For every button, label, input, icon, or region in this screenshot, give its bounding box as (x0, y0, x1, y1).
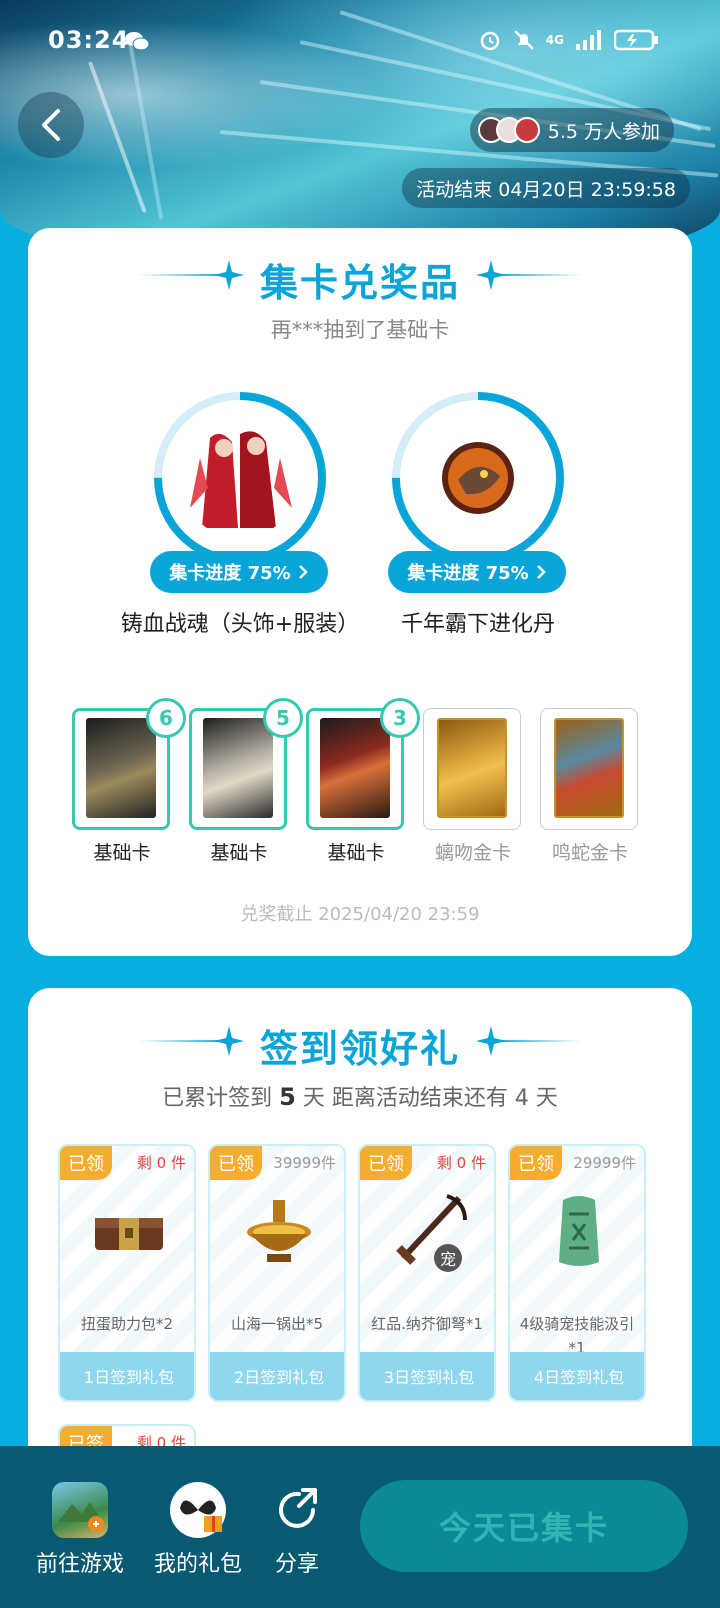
my-gifts-label: 我的礼包 (153, 1552, 242, 1577)
prize-image (418, 418, 538, 538)
signin-gift[interactable]: 已领 39999件 山海一锅出*5 2日签到礼包 (208, 1144, 346, 1402)
signin-info-remaining: 天 距离活动结束还有 4 天 (302, 1086, 558, 1111)
chevron-left-icon (42, 109, 60, 141)
prize-name: 铸血战魂（头饰+服装） (120, 612, 360, 637)
gift-stock: 39999件 (273, 1154, 336, 1172)
prize-name: 千年霸下进化丹 (400, 612, 555, 637)
card-count-badge: 5 (263, 698, 303, 738)
pet-badge: 宠 (434, 1244, 462, 1272)
card-count-badge: 3 (380, 698, 420, 738)
status-bar: 03:24 4G (0, 22, 720, 62)
game-icon (52, 1482, 108, 1538)
card-image (437, 718, 507, 818)
gift-day-label: 4日签到礼包 (510, 1352, 644, 1400)
collect-progress-button[interactable]: 集卡进度 75% (150, 551, 328, 593)
signin-summary: 已累计签到 5 天 距离活动结束还有 4 天 (28, 1080, 692, 1112)
participant-avatars (477, 117, 540, 143)
signin-gift[interactable]: 已领 29999件 4级骑宠技能汲引*1 4日签到礼包 (508, 1144, 646, 1402)
gift-day-label: 1日签到礼包 (60, 1352, 194, 1400)
signin-gift[interactable]: 已领 剩 0 件 宠 红品.纳芥御弩*1 3日签到礼包 (358, 1144, 496, 1402)
claimed-tag: 已领 (210, 1146, 262, 1180)
signin-days: 5 (279, 1083, 296, 1111)
gift-name: 扭蛋助力包*2 (80, 1315, 174, 1333)
battery-icon (614, 29, 658, 51)
gift-day-label: 2日签到礼包 (210, 1352, 344, 1400)
card-image (203, 718, 273, 818)
gift-name: 红品.纳芥御弩*1 (371, 1315, 483, 1333)
gift-day-label: 3日签到礼包 (360, 1352, 494, 1400)
progress-label: 集卡进度 75% (407, 563, 529, 584)
jade-token-icon (559, 1196, 599, 1266)
go-to-game-button[interactable]: 前往游戏 (30, 1482, 130, 1578)
collect-subtitle: 再***抽到了基础卡 (270, 318, 450, 342)
my-gifts-icon (170, 1482, 226, 1538)
claimed-tag: 已领 (60, 1146, 112, 1180)
participants-count: 5.5 万人参加 (547, 120, 660, 143)
card-collection: 6 基础卡 5 基础卡 3 基础卡 螭吻金卡 鸣蛇金卡 (72, 698, 652, 878)
my-gifts-button[interactable]: 我的礼包 (148, 1482, 248, 1578)
gift-name: 山海一锅出*5 (230, 1315, 324, 1333)
share-label: 分享 (274, 1552, 319, 1577)
gift-chest-icon (95, 1218, 163, 1250)
hotpot-icon (247, 1200, 311, 1262)
chevron-right-icon (298, 565, 308, 579)
gift-stock: 剩 0 件 (436, 1154, 486, 1172)
avatar (513, 117, 540, 143)
network-type: 4G (545, 33, 564, 47)
claimed-tag: 已领 (360, 1146, 412, 1180)
progress-label: 集卡进度 75% (169, 563, 291, 584)
wechat-icon (125, 32, 150, 51)
chevron-right-icon (536, 565, 546, 579)
card-count-badge: 6 (146, 698, 186, 738)
card-label: 基础卡 (210, 842, 268, 864)
card-label: 基础卡 (93, 842, 151, 864)
activity-end-time: 活动结束 04月20日 23:59:58 (402, 168, 690, 208)
title-decoration (492, 274, 582, 276)
signin-info-prefix: 已累计签到 (162, 1086, 273, 1111)
signin-gift[interactable]: 已领 剩 0 件 扭蛋助力包*2 1日签到礼包 (58, 1144, 196, 1402)
card-label: 鸣蛇金卡 (551, 842, 628, 864)
prize-image (180, 418, 300, 538)
go-to-game-label: 前往游戏 (35, 1552, 124, 1577)
back-button[interactable] (18, 92, 84, 158)
bottom-action-bar: 前往游戏 我的礼包 分享 今天已集卡 (0, 1446, 720, 1608)
claimed-tag: 已领 (510, 1146, 562, 1180)
signin-title: 签到领好礼 (259, 1027, 460, 1071)
card-image (554, 718, 624, 818)
collect-title: 集卡兑奖品 (259, 261, 460, 305)
collect-cards-panel: 集卡兑奖品 再***抽到了基础卡 集卡进度 75% 铸血战魂（头饰+服装） 集卡… (28, 228, 692, 956)
collect-today-button[interactable]: 今天已集卡 (360, 1480, 688, 1572)
redeem-deadline: 兑奖截止 2025/04/20 23:59 (240, 904, 480, 925)
share-button[interactable]: 分享 (262, 1482, 332, 1578)
collect-progress-button[interactable]: 集卡进度 75% (388, 551, 566, 593)
mute-icon (513, 30, 534, 50)
alarm-icon (480, 31, 500, 51)
title-decoration (492, 1040, 582, 1042)
gift-stock: 29999件 (573, 1154, 636, 1172)
share-icon (269, 1482, 325, 1538)
participants-badge: 5.5 万人参加 (469, 108, 674, 152)
card-image (86, 718, 156, 818)
card-label: 螭吻金卡 (434, 842, 511, 864)
card-label: 基础卡 (327, 842, 385, 864)
signal-icon (576, 30, 601, 50)
gift-stock: 剩 0 件 (136, 1154, 186, 1172)
card-image (320, 718, 390, 818)
status-time: 03:24 (48, 26, 130, 54)
